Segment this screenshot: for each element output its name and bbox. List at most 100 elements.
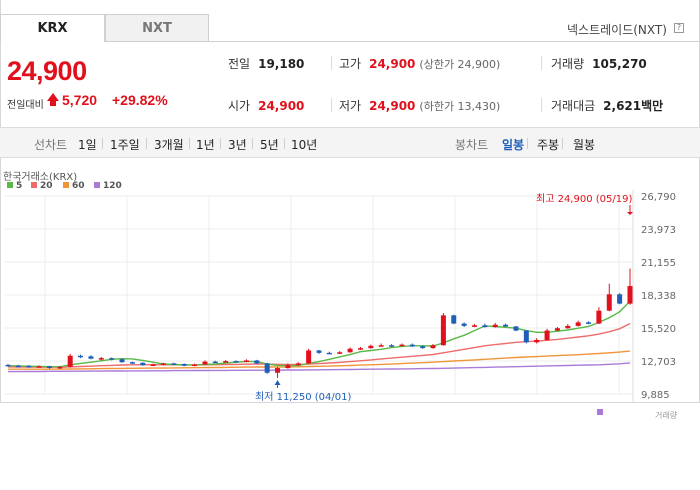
candle-body [461, 323, 467, 326]
divider [102, 138, 103, 149]
up-arrow-icon [47, 93, 59, 101]
candle-body [233, 361, 239, 363]
stat-volume: 거래량 105,270 [551, 55, 647, 72]
candle-body [337, 352, 343, 354]
volume-label: 거래량 [655, 410, 678, 420]
line-chart-label[interactable]: 선차트 [34, 136, 67, 153]
stat-high: 고가 24,900 (상한가 24,900) [339, 55, 500, 72]
max-annotation: 최고 24,900 (05/19) [536, 193, 632, 205]
candle-body [440, 315, 446, 346]
stat-label: 고가 [339, 57, 362, 71]
candle-body [544, 330, 550, 340]
candle-body [109, 358, 115, 360]
candle-body [492, 324, 498, 328]
candle-body [430, 345, 436, 349]
candle-body [36, 366, 42, 368]
help-icon[interactable]: ? [674, 23, 684, 33]
candle-body [316, 350, 322, 353]
divider [527, 138, 528, 149]
candle-body [565, 325, 571, 329]
candle-body [389, 345, 395, 347]
stat-label: 전일 [228, 57, 251, 71]
candle-body [420, 346, 426, 349]
legend-swatch [94, 182, 100, 188]
candle-body [534, 339, 540, 343]
y-tick-label: 12,703 [641, 357, 676, 368]
stat-label: 저가 [339, 99, 362, 113]
candle-chart-label[interactable]: 봉차트 [455, 136, 488, 153]
candle-body [326, 352, 332, 355]
candle-body [264, 363, 270, 373]
divider [331, 56, 332, 70]
price-change-pct: +29.82% [112, 92, 168, 108]
divider [252, 138, 253, 149]
period-daily[interactable]: 일봉 [502, 136, 524, 153]
period-weekly[interactable]: 주봉 [537, 136, 559, 153]
tab-nxt[interactable]: NXT [105, 14, 209, 42]
candle-body [617, 294, 623, 304]
candle-body [586, 322, 592, 324]
min-annotation: 최저 11,250 (04/01) [255, 391, 351, 403]
candle-body [606, 294, 612, 311]
stat-open: 시가 24,900 [228, 97, 304, 114]
candlestick-chart: 26,790 23,973 21,155 18,338 15,520 12,703 9,88… [5, 190, 678, 420]
candle-body [119, 359, 125, 363]
candle-body [399, 344, 405, 347]
y-tick-label: 9,885 [641, 390, 670, 401]
range-10y[interactable]: 10년 [291, 136, 317, 153]
candle-body [192, 364, 198, 367]
candle-body [98, 358, 104, 360]
candle-body [150, 364, 156, 367]
candle-body [181, 363, 187, 366]
divider [562, 138, 563, 149]
stat-value: 24,900 [369, 99, 416, 113]
candle-body [378, 345, 384, 347]
stat-amount: 거래대금 2,621백만 [551, 97, 663, 114]
range-1y[interactable]: 1년 [196, 136, 215, 153]
candle-body [171, 363, 177, 365]
candle-body [212, 361, 218, 364]
candle-body [472, 325, 477, 327]
candle-body [409, 344, 415, 347]
candle-body [627, 286, 633, 304]
candle-body [275, 368, 281, 373]
candle-body [513, 326, 519, 331]
candle-body [26, 365, 32, 368]
stat-value: 19,180 [258, 57, 305, 71]
stat-value: 105,270 [592, 57, 647, 71]
range-1d[interactable]: 1일 [78, 136, 97, 153]
candle-body [523, 330, 529, 343]
range-3y[interactable]: 3년 [228, 136, 247, 153]
candle-body [46, 366, 52, 369]
change-label: 전일대비 [7, 100, 44, 111]
range-1w[interactable]: 1주일 [110, 136, 140, 153]
stat-unit: 백만 [641, 99, 664, 113]
divider [189, 138, 190, 149]
stat-sub: (하한가 13,430) [419, 100, 501, 113]
candle-body [368, 345, 374, 349]
candle-body [129, 362, 135, 364]
tab-divider [209, 41, 700, 42]
candle-body [202, 361, 208, 365]
candle-body [88, 356, 94, 359]
stat-prev-close: 전일 19,180 [228, 55, 304, 72]
current-price: 24,900 [7, 56, 87, 86]
stat-label: 시가 [228, 99, 251, 113]
stat-low: 저가 24,900 (하한가 13,430) [339, 97, 500, 114]
candle-body [67, 355, 73, 367]
candle-body [451, 315, 457, 324]
up-arrow-icon-stem [50, 101, 56, 106]
candle-body [596, 310, 602, 324]
range-5y[interactable]: 5년 [260, 136, 279, 153]
range-3m[interactable]: 3개월 [154, 136, 184, 153]
y-tick-label: 15,520 [641, 324, 676, 335]
y-tick-label: 26,790 [641, 192, 676, 203]
period-monthly[interactable]: 월봉 [573, 136, 595, 153]
candle-body [15, 365, 21, 368]
tab-krx[interactable]: KRX [0, 14, 105, 42]
candle-body [347, 348, 353, 353]
candle-body [575, 322, 581, 326]
stat-value: 24,900 [369, 57, 416, 71]
nxt-link[interactable]: 넥스트레이드(NXT) [567, 21, 667, 38]
candle-body [482, 325, 488, 328]
